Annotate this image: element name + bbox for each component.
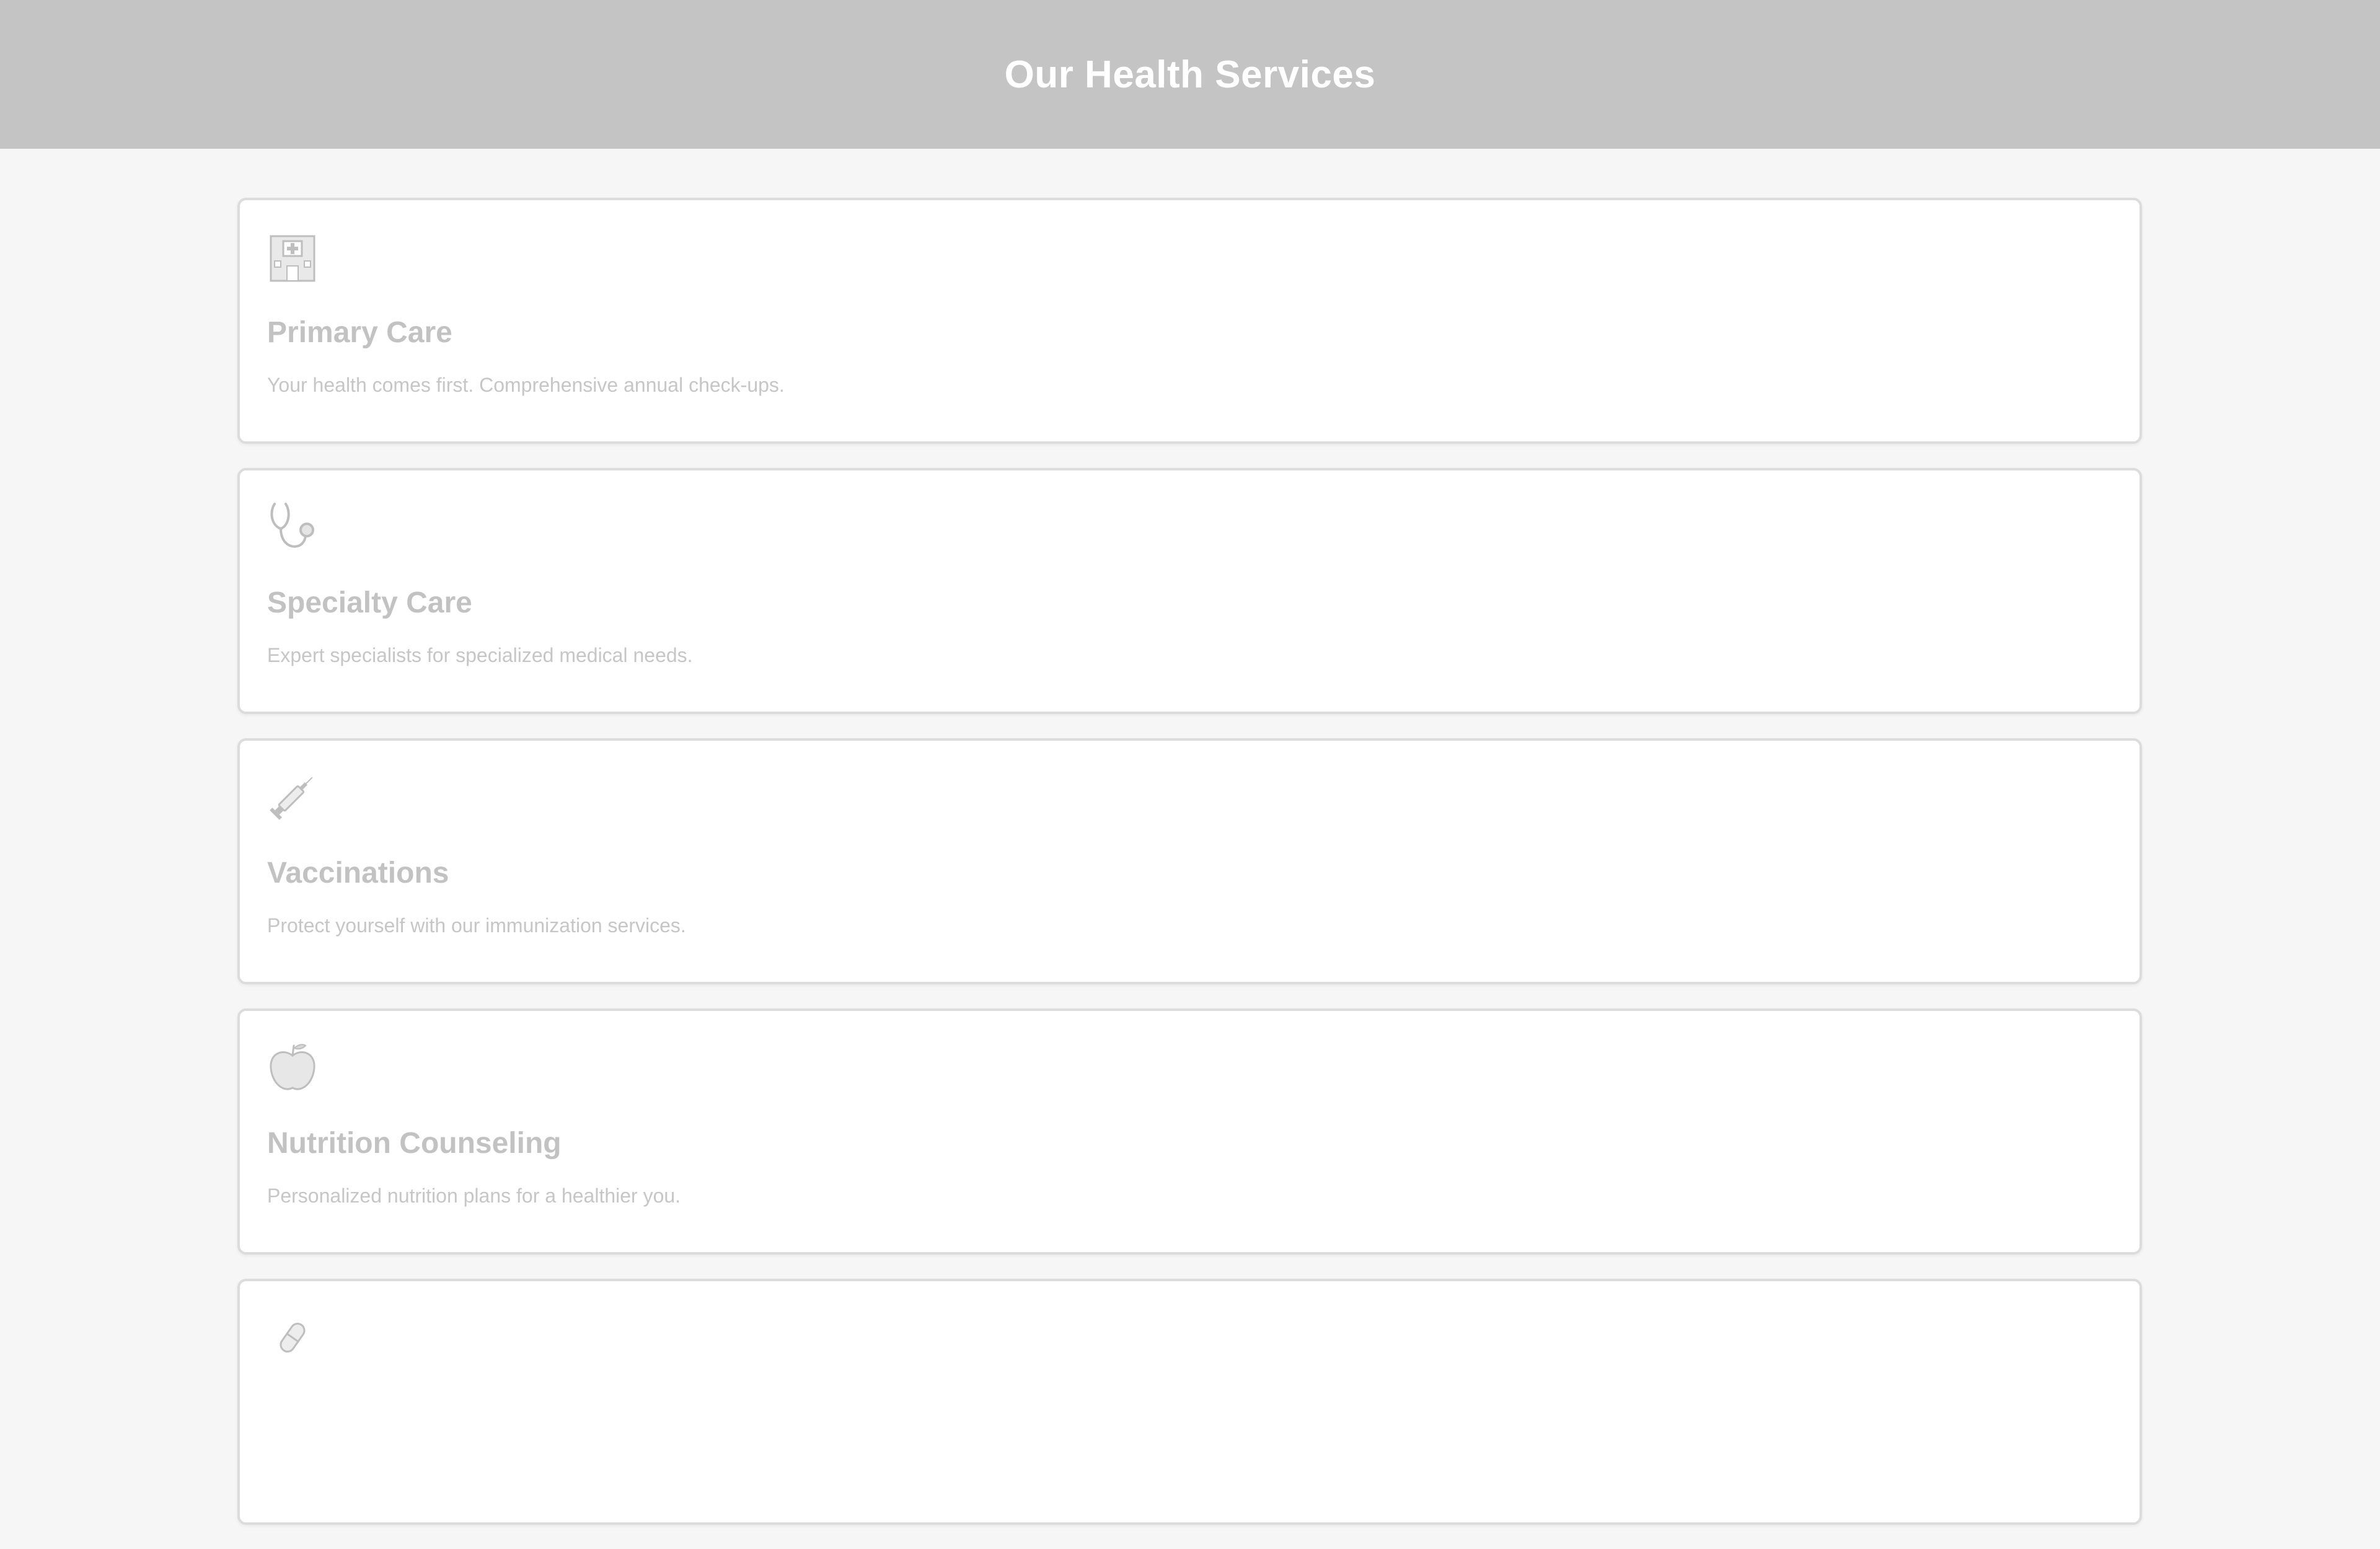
- service-title: Primary Care: [267, 316, 452, 349]
- service-title: Specialty Care: [267, 586, 472, 619]
- service-card-nutrition-counseling[interactable]: Nutrition Counseling Personalized nutrit…: [237, 1008, 2142, 1255]
- syringe-icon: [270, 777, 313, 820]
- stethoscope-icon: [270, 503, 314, 548]
- service-title: Nutrition Counseling: [267, 1127, 562, 1160]
- service-card-partial[interactable]: [237, 1279, 2142, 1525]
- service-title: Vaccinations: [267, 857, 449, 889]
- service-description: Protect yourself with our immunization s…: [267, 914, 686, 937]
- service-card-primary-care[interactable]: Primary Care Your health comes first. Co…: [237, 198, 2142, 444]
- service-card-vaccinations[interactable]: Vaccinations Protect yourself with our i…: [237, 738, 2142, 984]
- page-header: Our Health Services: [0, 0, 2380, 149]
- page-title: Our Health Services: [1004, 53, 1376, 96]
- hospital-icon: [270, 235, 315, 282]
- service-card-specialty-care[interactable]: Specialty Care Expert specialists for sp…: [237, 468, 2142, 714]
- pill-icon: [280, 1323, 306, 1353]
- service-description: Expert specialists for specialized medic…: [267, 644, 693, 666]
- service-description: Your health comes first. Comprehensive a…: [267, 374, 785, 396]
- service-description: Personalized nutrition plans for a healt…: [267, 1185, 681, 1207]
- services-list: Primary Care Your health comes first. Co…: [237, 198, 2142, 1549]
- apple-icon: [270, 1044, 315, 1090]
